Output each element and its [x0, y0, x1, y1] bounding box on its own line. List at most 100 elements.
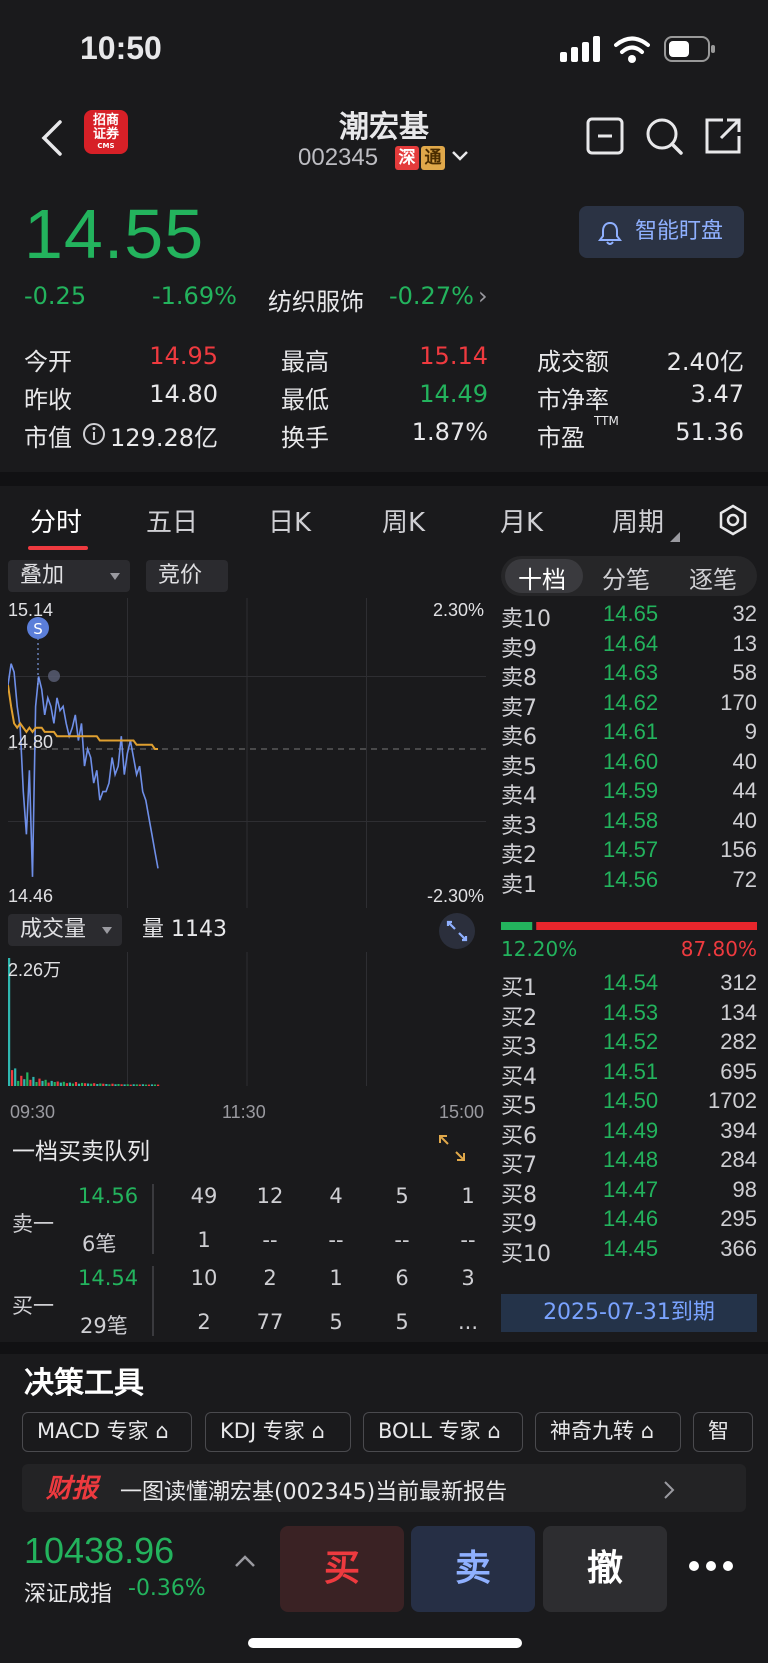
stat-value: 129.28亿	[110, 424, 218, 452]
orderbook-row[interactable]: 卖8 14.63 58	[501, 660, 757, 691]
tab-period[interactable]: 周期	[612, 502, 664, 539]
chevron-up-icon[interactable]	[234, 1554, 256, 1568]
x-tick-midday: 11:30	[222, 1102, 266, 1122]
stat-label: 最高	[281, 348, 329, 376]
orderbook-row[interactable]: 卖9 14.64 13	[501, 631, 757, 662]
fullscreen-icon[interactable]	[438, 912, 476, 950]
level-label: 买1	[501, 976, 537, 1001]
volume-indicator-select[interactable]: 成交量	[8, 914, 122, 946]
tab-daily-k[interactable]: 日K	[268, 502, 311, 539]
gear-icon[interactable]	[717, 504, 749, 536]
stock-code[interactable]: 002345	[298, 144, 378, 172]
share-icon[interactable]	[703, 116, 743, 156]
y-tick-high: 15.14	[8, 600, 54, 620]
chevron-down-icon[interactable]	[450, 146, 470, 166]
expand-icon[interactable]	[438, 1134, 466, 1162]
orderbook-row[interactable]: 卖10 14.65 32	[501, 601, 757, 632]
tab-weekly-k[interactable]: 周K	[382, 502, 425, 539]
orderbook-row[interactable]: 卖6 14.61 9	[501, 719, 757, 750]
search-icon[interactable]	[644, 116, 684, 156]
level-price: 14.65	[603, 601, 659, 626]
orderbook-row[interactable]: 买5 14.50 1702	[501, 1088, 757, 1119]
orderbook-row[interactable]: 买6 14.49 394	[501, 1118, 757, 1149]
buy-button[interactable]: 买	[280, 1526, 404, 1612]
level-volume: 695	[720, 1058, 757, 1084]
orderbook-row[interactable]: 买7 14.48 284	[501, 1147, 757, 1178]
orderbook-row[interactable]: 买4 14.51 695	[501, 1059, 757, 1090]
tool-macd[interactable]: MACD 专家 ⌂	[22, 1412, 192, 1452]
queue-sell-count: 6笔	[82, 1232, 117, 1256]
volume-bar	[50, 1080, 53, 1086]
volume-bar	[111, 1083, 114, 1086]
orderbook-row[interactable]: 卖2 14.57 156	[501, 837, 757, 868]
orderbook-row[interactable]: 卖5 14.60 40	[501, 749, 757, 780]
tab-intraday[interactable]: 分时	[30, 502, 82, 539]
stat-label: 市盈	[537, 424, 585, 452]
orderbook-row[interactable]: 卖7 14.62 170	[501, 690, 757, 721]
y-tick-pct-high: 2.30%	[432, 600, 484, 620]
cancel-order-button[interactable]: 撤	[543, 1526, 667, 1612]
volume-chart[interactable]: 2.26万 09:30 11:30 15:00	[8, 952, 486, 1122]
lock-icon: ⌂	[155, 1419, 169, 1443]
sector-link[interactable]: 纺织服饰	[268, 282, 364, 317]
orderbook-row[interactable]: 卖4 14.59 44	[501, 778, 757, 809]
orderbook-row[interactable]: 卖1 14.56 72	[501, 867, 757, 898]
volume-bar	[87, 1083, 90, 1086]
orderbook-row[interactable]: 买1 14.54 312	[501, 970, 757, 1001]
level-price: 14.45	[603, 1235, 659, 1261]
intraday-price-chart[interactable]: S 15.14 14.80 14.46 2.30% -2.30%	[7, 598, 486, 908]
stat-label: 市净率	[537, 386, 609, 414]
minimize-icon[interactable]	[585, 116, 625, 156]
tool-magic-nine[interactable]: 神奇九转 ⌂	[535, 1412, 681, 1452]
connect-tag: 通	[421, 146, 445, 170]
volume-bar	[108, 1084, 111, 1086]
level-volume: 32	[732, 601, 757, 626]
queue-title: 一档买卖队列	[12, 1139, 150, 1165]
level-label: 卖9	[501, 636, 537, 662]
orderbook-row[interactable]: 买3 14.52 282	[501, 1029, 757, 1060]
level-label: 买6	[501, 1123, 537, 1149]
level-price: 14.46	[603, 1206, 659, 1231]
orderbook-row[interactable]: 买9 14.46 295	[501, 1206, 757, 1237]
level-price: 14.57	[603, 837, 659, 862]
report-title: 一图读懂潮宏基(002345)当前最新报告	[120, 1480, 508, 1505]
volume-bar	[68, 1082, 71, 1086]
tab-ticks[interactable]: 分笔	[602, 560, 650, 595]
index-value[interactable]: 10438.96	[24, 1530, 174, 1572]
stat-value: 1.87%	[411, 418, 488, 446]
expiry-banner[interactable]: 2025-07-31到期	[501, 1294, 757, 1332]
orderbook-row[interactable]: 卖3 14.58 40	[501, 808, 757, 839]
level-price: 14.62	[603, 689, 659, 715]
info-icon[interactable]	[82, 422, 106, 446]
bell-icon	[598, 221, 622, 245]
tab-monthly-k[interactable]: 月K	[500, 502, 543, 539]
report-banner[interactable]: 财报 一图读懂潮宏基(002345)当前最新报告	[22, 1464, 746, 1512]
tool-boll[interactable]: BOLL 专家 ⌂	[363, 1412, 523, 1452]
sell-button[interactable]: 卖	[411, 1526, 535, 1612]
overlay-select[interactable]: 叠加	[8, 560, 130, 592]
volume-bar	[65, 1083, 68, 1086]
chevron-right-icon[interactable]: ›	[478, 282, 488, 310]
queue-sell-label: 卖一	[12, 1212, 54, 1236]
more-icon[interactable]	[688, 1560, 734, 1572]
tab-ten-levels[interactable]: 十档	[518, 560, 566, 595]
orderbook-row[interactable]: 买2 14.53 134	[501, 1000, 757, 1031]
report-badge: 财报	[46, 1474, 99, 1504]
tool-kdj[interactable]: KDJ 专家 ⌂	[205, 1412, 351, 1452]
queue-order-cell: --	[262, 1228, 278, 1252]
smart-watch-button[interactable]: 智能盯盘	[579, 206, 744, 258]
tool-smart[interactable]: 智	[693, 1412, 753, 1452]
volume-bar	[141, 1084, 144, 1086]
volume-bar	[157, 1084, 160, 1086]
tab-5day[interactable]: 五日	[146, 502, 198, 539]
queue-order-cell: 12	[256, 1184, 284, 1208]
lock-icon: ⌂	[311, 1419, 325, 1443]
orderbook-row[interactable]: 买8 14.47 98	[501, 1177, 757, 1208]
auction-button[interactable]: 竞价	[146, 560, 228, 592]
queue-order-cell: 6	[395, 1266, 409, 1290]
stat-value: 51.36	[675, 418, 744, 446]
orderbook-row[interactable]: 买10 14.45 366	[501, 1236, 757, 1267]
volume-bar	[41, 1080, 44, 1086]
queue-order-cell: --	[328, 1228, 344, 1252]
tab-trade-by-trade[interactable]: 逐笔	[689, 560, 737, 595]
